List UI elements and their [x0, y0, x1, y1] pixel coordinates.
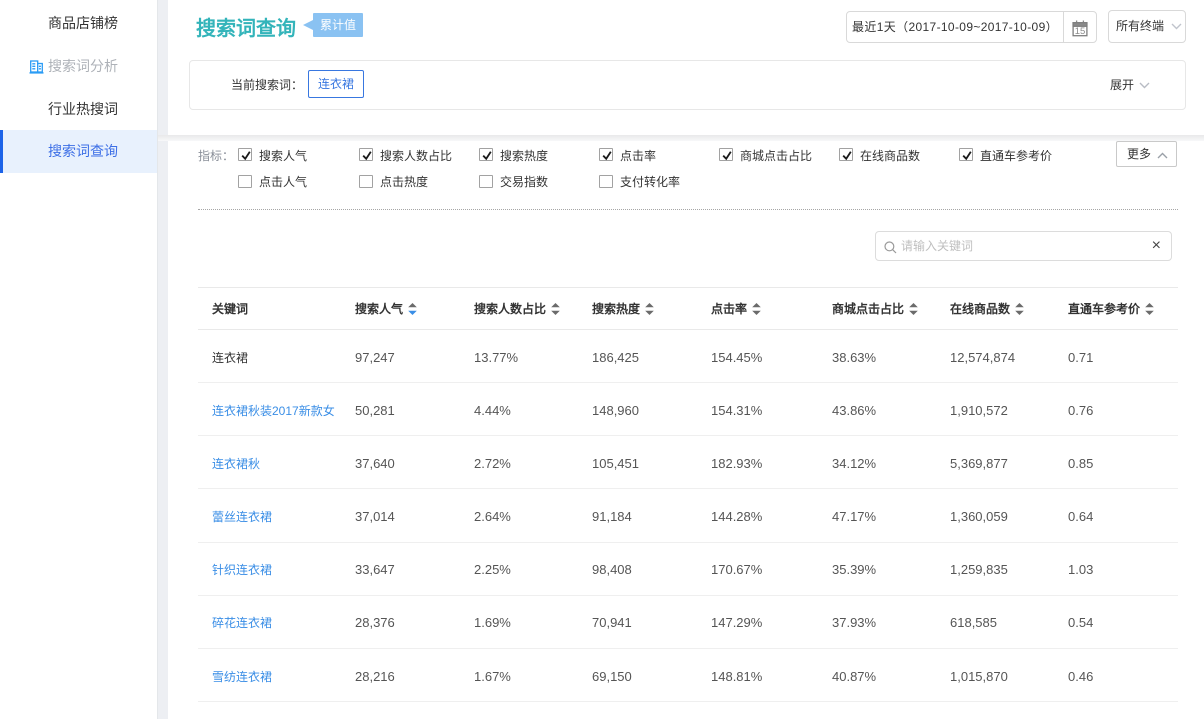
svg-text:15: 15 [1075, 25, 1086, 36]
